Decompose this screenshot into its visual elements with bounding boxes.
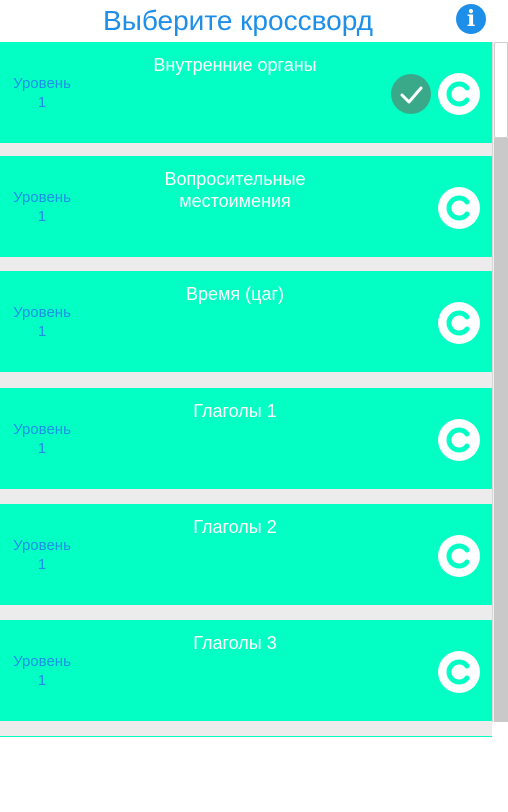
level-label: Уровень 1 xyxy=(0,420,84,458)
scrollbar-thumb[interactable] xyxy=(494,42,508,138)
crossword-name: Глаголы 3 xyxy=(193,633,277,653)
crossword-name: Глаголы 1 xyxy=(193,401,277,421)
level-number: 1 xyxy=(37,323,47,340)
list-item[interactable]: Уровень 1 Вопросительные местоимения xyxy=(0,156,492,257)
level-word: Уровень xyxy=(13,653,71,670)
restart-icon[interactable] xyxy=(438,651,480,693)
list-item-partial xyxy=(0,736,492,737)
page-title: Выберите кроссворд xyxy=(103,5,373,36)
level-number: 1 xyxy=(37,94,47,111)
scrollbar[interactable] xyxy=(492,42,508,722)
level-number: 1 xyxy=(37,672,47,689)
list-item[interactable]: Уровень 1 Глаголы 2 xyxy=(0,504,492,605)
level-word: Уровень xyxy=(13,304,71,321)
restart-icon[interactable] xyxy=(438,73,480,115)
level-number: 1 xyxy=(37,556,47,573)
level-label: Уровень 1 xyxy=(0,536,84,574)
crossword-name: Время (цаг) xyxy=(185,284,285,304)
restart-icon[interactable] xyxy=(438,535,480,577)
level-word: Уровень xyxy=(13,537,71,554)
list-item[interactable]: Уровень 1 Время (цаг) xyxy=(0,271,492,372)
restart-icon[interactable] xyxy=(438,302,480,344)
crossword-name: Вопросительные местоимения xyxy=(164,169,306,211)
header: Выберите кроссворд i xyxy=(0,0,508,42)
level-label: Уровень 1 xyxy=(0,652,84,690)
checkmark-icon xyxy=(391,74,431,114)
level-word: Уровень xyxy=(13,421,71,438)
level-word: Уровень xyxy=(13,75,71,92)
level-word: Уровень xyxy=(13,189,71,206)
level-label: Уровень 1 xyxy=(0,188,84,226)
crossword-list: Уровень 1 Внутренние органы Уровень 1 Во… xyxy=(0,42,492,737)
restart-icon[interactable] xyxy=(438,419,480,461)
scrollbar-track[interactable] xyxy=(494,138,508,722)
restart-icon[interactable] xyxy=(438,187,480,229)
level-label: Уровень 1 xyxy=(0,74,84,112)
level-number: 1 xyxy=(37,208,47,225)
info-icon[interactable]: i xyxy=(456,4,486,34)
list-item[interactable]: Уровень 1 Глаголы 3 xyxy=(0,620,492,721)
crossword-name: Глаголы 2 xyxy=(193,517,277,537)
list-item[interactable]: Уровень 1 Внутренние органы xyxy=(0,42,492,143)
level-label: Уровень 1 xyxy=(0,303,84,341)
list-item[interactable]: Уровень 1 Глаголы 1 xyxy=(0,388,492,489)
level-number: 1 xyxy=(37,440,47,457)
crossword-name: Внутренние органы xyxy=(153,55,317,75)
